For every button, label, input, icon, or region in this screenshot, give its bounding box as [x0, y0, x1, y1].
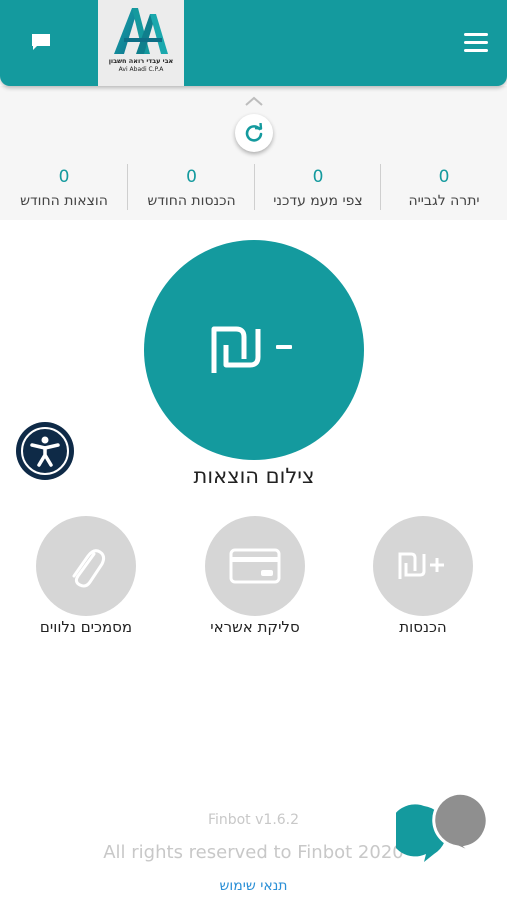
logo-english-text: Avi Abadi C.P.A [118, 66, 164, 73]
stat-month-expenses[interactable]: 0 הוצאות החודש [0, 162, 128, 214]
stat-collection-balance[interactable]: 0 יתרה לגבייה [381, 162, 507, 214]
chat-button[interactable] [29, 30, 53, 54]
logo-hebrew-text: אבי עבדי רואה חשבון [108, 57, 174, 65]
capture-expenses-button[interactable] [144, 240, 364, 460]
logo-mark-icon [114, 8, 168, 54]
refresh-icon [245, 123, 263, 142]
chat-icon [32, 34, 50, 50]
shekel-icon [211, 326, 261, 373]
paperclip-icon [72, 549, 106, 588]
credit-clearing-button[interactable]: סליקת אשראי [205, 516, 305, 636]
menu-icon-bar [464, 41, 488, 44]
income-circle[interactable] [373, 516, 473, 616]
related-documents-label: מסמכים נלווים [39, 618, 133, 636]
stat-value: 0 [438, 167, 450, 187]
accessibility-icon [30, 436, 60, 467]
income-label: הכנסות [399, 618, 447, 636]
accessibility-button[interactable] [16, 422, 74, 480]
income-button[interactable]: הכנסות [373, 516, 473, 636]
menu-icon-bar [464, 49, 488, 52]
credit-clearing-label: סליקת אשראי [210, 618, 300, 636]
stat-vat-forecast[interactable]: 0 צפי מעמ עדכני [255, 162, 381, 214]
stats-row: 0 יתרה לגבייה 0 צפי מעמ עדכני 0 הכנסות ה… [0, 162, 507, 214]
hamburger-menu-button[interactable] [464, 33, 488, 53]
credit-clearing-circle[interactable] [205, 516, 305, 616]
credit-card-icon [229, 548, 281, 584]
stat-label: יתרה לגבייה [408, 193, 480, 209]
menu-icon [464, 33, 488, 36]
terms-of-use-link[interactable]: תנאי שימוש [0, 878, 507, 894]
app-header: אבי עבדי רואה חשבון Avi Abadi C.P.A [0, 0, 507, 86]
related-documents-circle[interactable] [36, 516, 136, 616]
stat-label: הכנסות החודש [147, 193, 236, 209]
minus-icon [276, 345, 292, 349]
company-logo: אבי עבדי רואה חשבון Avi Abadi C.P.A [98, 0, 184, 86]
stat-label: צפי מעמ עדכני [273, 193, 363, 209]
stat-value: 0 [312, 167, 324, 187]
chat-bubbles-icon[interactable] [396, 792, 488, 864]
chevron-up-icon[interactable] [245, 96, 263, 106]
stat-label: הוצאות החודש [20, 193, 108, 209]
related-documents-button[interactable]: מסמכים נלווים [36, 516, 136, 636]
stat-value: 0 [58, 167, 70, 187]
accessibility-ring [21, 427, 69, 475]
stat-month-income[interactable]: 0 הכנסות החודש [128, 162, 255, 214]
plus-shekel-icon [398, 552, 444, 579]
refresh-button[interactable] [235, 114, 273, 152]
stat-value: 0 [186, 167, 197, 187]
capture-expenses-label: צילום הוצאות [193, 464, 315, 488]
